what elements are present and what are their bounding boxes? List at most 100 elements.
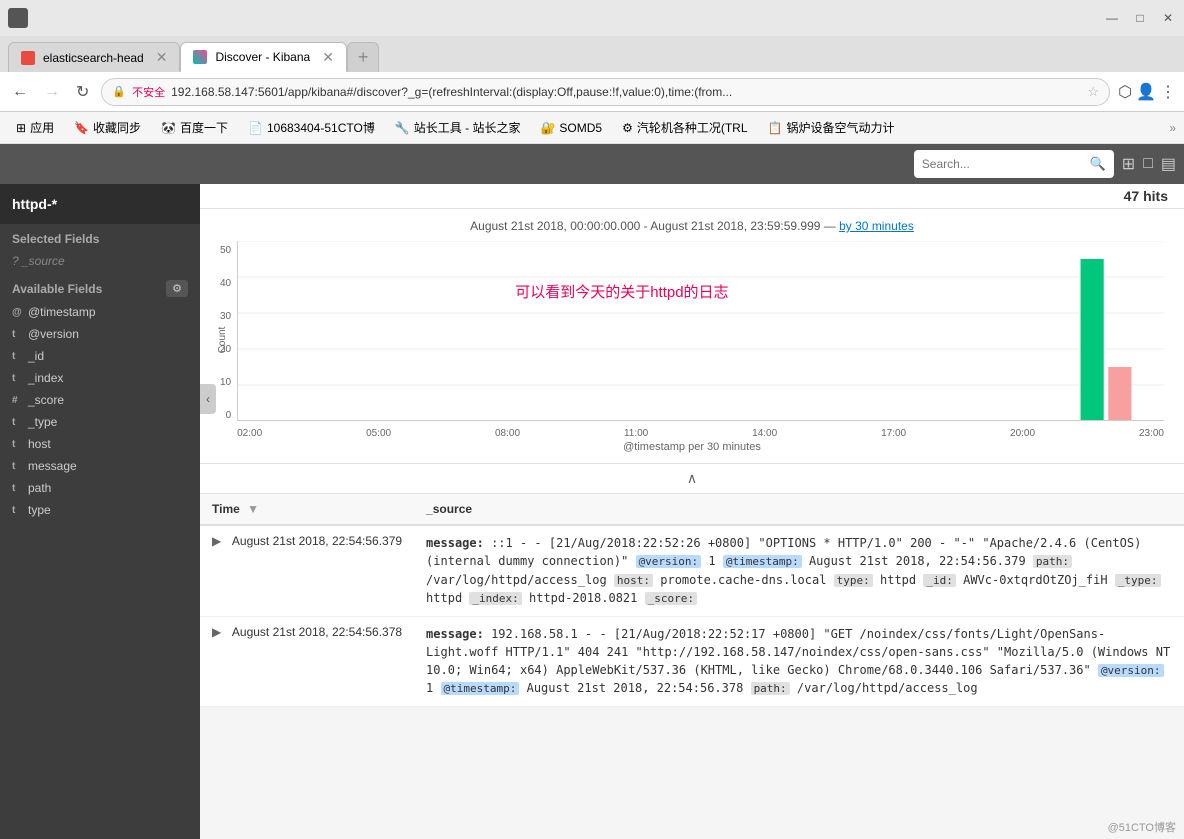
field-message-key-1: message:: [426, 536, 484, 550]
forward-button[interactable]: →: [40, 79, 64, 105]
message-type-icon: t: [12, 461, 22, 472]
chart-with-yaxis: 50 40 30 20 10 0 Count: [220, 241, 1164, 439]
watermark: @51CTO博客: [1108, 819, 1176, 835]
host-field-name: host: [28, 437, 51, 451]
baidu-icon: 🐼: [161, 121, 176, 135]
field-timestamp-tag-2: @timestamp:: [441, 682, 520, 695]
bookmark-star-icon[interactable]: ☆: [1087, 84, 1099, 100]
sidebar-item-host[interactable]: t host: [0, 433, 200, 455]
more-bookmarks-icon[interactable]: »: [1169, 121, 1176, 135]
field-timestamp-val-2: August 21st 2018, 22:54:56.378: [527, 681, 751, 695]
tab-elasticsearch-close[interactable]: ✕: [156, 49, 168, 66]
bookmark-boiler[interactable]: 📋 锅炉设备空气动力计: [760, 117, 903, 138]
menu-icon[interactable]: ⋮: [1160, 82, 1176, 102]
type-type-icon: t: [12, 417, 22, 428]
message-field-name: message: [28, 459, 77, 473]
index-field-name: _index: [28, 371, 63, 385]
toolbar-icon-3[interactable]: ▤: [1161, 154, 1176, 174]
minimize-button[interactable]: —: [1104, 10, 1120, 26]
tab-elasticsearch[interactable]: elasticsearch-head ✕: [8, 42, 180, 72]
source-column-header[interactable]: _source: [414, 494, 1184, 525]
index-type-icon: t: [12, 373, 22, 384]
field-path-tag-2: path:: [751, 682, 790, 695]
search-bar: 🔍 ⊞ □ ▤: [0, 144, 1184, 184]
expand-row-1-button[interactable]: ▶: [212, 534, 221, 548]
field-version-val-1: 1: [708, 554, 722, 568]
close-button[interactable]: ✕: [1160, 10, 1176, 26]
expand-row-2-button[interactable]: ▶: [212, 625, 221, 639]
id-field-name: _id: [28, 349, 44, 363]
bookmark-webmaster[interactable]: 🔧 站长工具 - 站长之家: [387, 117, 529, 138]
tab-kibana-close[interactable]: ✕: [322, 49, 334, 66]
version-field-name: @version: [28, 327, 79, 341]
y-axis-title: Count: [217, 327, 228, 354]
type2-type-icon: t: [12, 505, 22, 516]
bookmark-baidu[interactable]: 🐼 百度一下: [153, 117, 236, 138]
tab-kibana[interactable]: Discover - Kibana ✕: [180, 42, 346, 72]
sidebar-item-path[interactable]: t path: [0, 477, 200, 499]
toolbar-icon-1[interactable]: ⊞: [1122, 154, 1135, 174]
field-version-val-2: 1: [426, 681, 440, 695]
bookmark-turbine[interactable]: ⚙ 汽轮机各种工况(TRL: [614, 117, 755, 138]
type-field-name: _type: [28, 415, 57, 429]
extensions-icon[interactable]: ⬡: [1118, 82, 1132, 102]
gear-button[interactable]: ⚙: [166, 280, 188, 297]
score-type-icon: #: [12, 395, 22, 406]
field-id-val-1: AWVc-0xtqrdOtZOj_fiH: [963, 573, 1115, 587]
search-input-container[interactable]: 🔍: [914, 150, 1114, 178]
interval-link[interactable]: by 30 minutes: [839, 219, 914, 233]
chart-annotation: 可以看到今天的关于httpd的日志: [515, 281, 728, 302]
sidebar-item-type[interactable]: t _type: [0, 411, 200, 433]
y-axis-label-10: 10: [220, 377, 231, 388]
profile-icon[interactable]: 👤: [1136, 82, 1156, 102]
main-layout: httpd-* Selected Fields ? _source Availa…: [0, 184, 1184, 839]
app-icon: [8, 8, 28, 28]
bookmark-51cto[interactable]: 📄 10683404-51CTO博: [240, 117, 383, 138]
x-label-0200: 02:00: [237, 428, 262, 439]
time-range-separator: —: [824, 219, 839, 233]
sidebar-item-timestamp[interactable]: @ @timestamp: [0, 301, 200, 323]
search-input[interactable]: [922, 157, 1090, 171]
bookmark-apps[interactable]: ⊞ 应用: [8, 117, 62, 138]
table-row: ▶ August 21st 2018, 22:54:56.379 message…: [200, 525, 1184, 616]
sidebar-item-score[interactable]: # _score: [0, 389, 200, 411]
time-cell-2: ▶ August 21st 2018, 22:54:56.378: [200, 616, 414, 706]
toolbar-icon-2[interactable]: □: [1143, 155, 1153, 173]
collapse-chart-button[interactable]: ∧: [200, 464, 1184, 494]
sidebar-source-field[interactable]: ? _source: [0, 250, 200, 272]
sidebar-item-message[interactable]: t message: [0, 455, 200, 477]
sidebar-item-type2[interactable]: t type: [0, 499, 200, 521]
time-cell-1: ▶ August 21st 2018, 22:54:56.379: [200, 525, 414, 616]
bookmark-somd5[interactable]: 🔐 SOMD5: [532, 119, 610, 137]
chart-bar-red: [1108, 367, 1131, 421]
tab-new[interactable]: +: [347, 42, 380, 72]
sidebar-item-index[interactable]: t _index: [0, 367, 200, 389]
bookmark-sync-label: 收藏同步: [93, 119, 141, 136]
sidebar-index-pattern[interactable]: httpd-*: [0, 184, 200, 224]
x-label-0800: 08:00: [495, 428, 520, 439]
source-cell-2: message: 192.168.58.1 - - [21/Aug/2018:2…: [414, 616, 1184, 706]
time-range-text: August 21st 2018, 00:00:00.000 - August …: [470, 219, 820, 233]
id-type-icon: t: [12, 351, 22, 362]
sidebar-item-version[interactable]: t @version: [0, 323, 200, 345]
bookmark-webmaster-label: 站长工具 - 站长之家: [414, 119, 521, 136]
available-fields-section: Available Fields ⚙: [0, 272, 200, 301]
version-type-icon: t: [12, 329, 22, 340]
kibana-tab-icon: [193, 50, 207, 64]
field-version-tag-2: @version:: [1098, 664, 1164, 677]
address-url[interactable]: 192.168.58.147:5601/app/kibana#/discover…: [171, 85, 1081, 99]
maximize-button[interactable]: □: [1132, 10, 1148, 26]
refresh-button[interactable]: ↻: [72, 78, 93, 106]
sidebar-item-id[interactable]: t _id: [0, 345, 200, 367]
time-column-header[interactable]: Time ▼: [200, 494, 414, 525]
bookmark-somd5-label: SOMD5: [559, 121, 602, 135]
field-index-val-1: httpd-2018.0821: [529, 591, 645, 605]
back-button[interactable]: ←: [8, 79, 32, 105]
field-host-val-1: promote.cache-dns.local: [660, 573, 833, 587]
collapse-sidebar-button[interactable]: ‹: [200, 384, 216, 414]
field-message-val-2: 192.168.58.1 - - [21/Aug/2018:22:52:17 +…: [426, 627, 1170, 677]
apps-icon: ⊞: [16, 121, 26, 135]
bookmark-sync[interactable]: 🔖 收藏同步: [66, 117, 149, 138]
hits-count: 47 hits: [1124, 188, 1168, 204]
results-table: Time ▼ _source ▶ August 21st 2018, 22:54…: [200, 494, 1184, 707]
